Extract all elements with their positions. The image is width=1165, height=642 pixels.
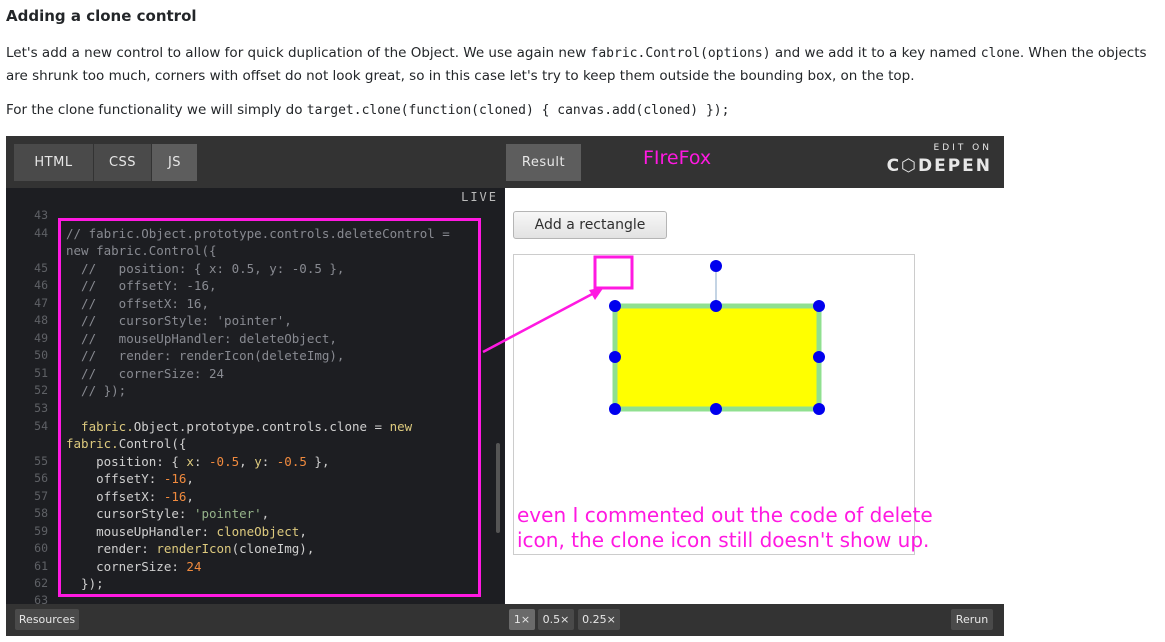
edge-handle-right[interactable] xyxy=(813,351,825,363)
line-number: 43 xyxy=(34,208,48,222)
embed-bottombar: Resources 1× 0.5× 0.25× Rerun xyxy=(6,604,1004,636)
embed-topbar: HTML CSS JS Result FIreFox EDIT ON C⬡DEP… xyxy=(6,136,1004,188)
line-number: 56 xyxy=(34,471,48,485)
rerun-button[interactable]: Rerun xyxy=(951,609,993,630)
codepen-logo: C⬡DEPEN xyxy=(886,156,992,176)
line-number: 46 xyxy=(34,278,48,292)
edge-handle-top[interactable] xyxy=(710,300,722,312)
section-heading: Adding a clone control xyxy=(6,7,197,25)
inline-code: target.clone(function(cloned) { canvas.a… xyxy=(306,103,730,118)
line-number: 45 xyxy=(34,261,48,275)
line-number: 49 xyxy=(34,331,48,345)
corner-handle-br[interactable] xyxy=(813,403,825,415)
tab-js[interactable]: JS xyxy=(152,144,197,181)
corner-handle-tl[interactable] xyxy=(609,300,621,312)
annotation-highlight-box xyxy=(58,218,481,597)
inline-code: fabric.Control(options) xyxy=(590,46,771,61)
resources-button[interactable]: Resources xyxy=(15,609,79,630)
line-number: 59 xyxy=(34,524,48,538)
zoom-half-button[interactable]: 0.5× xyxy=(538,609,574,630)
zoom-quarter-button[interactable]: 0.25× xyxy=(578,609,620,630)
line-number: 57 xyxy=(34,489,48,503)
line-number: 50 xyxy=(34,348,48,362)
paragraph-clone: For the clone functionality we will simp… xyxy=(6,99,1161,122)
paragraph-intro: Let's add a new control to allow for qui… xyxy=(6,42,1161,87)
line-number: 63 xyxy=(34,593,48,604)
rotate-handle[interactable] xyxy=(710,260,722,272)
line-number: 58 xyxy=(34,506,48,520)
text: and we add it to a key named xyxy=(770,45,981,61)
zoom-1x-button[interactable]: 1× xyxy=(509,609,535,630)
line-number: 55 xyxy=(34,454,48,468)
tab-result[interactable]: Result xyxy=(506,144,581,181)
inline-code: clone xyxy=(980,46,1020,61)
edge-handle-bottom[interactable] xyxy=(710,403,722,415)
corner-handle-tr[interactable] xyxy=(813,300,825,312)
text: For the clone functionality we will simp… xyxy=(6,102,307,118)
line-number: 61 xyxy=(34,559,48,573)
text: Let's add a new control to allow for qui… xyxy=(6,45,591,61)
line-number: 60 xyxy=(34,541,48,555)
corner-handle-bl[interactable] xyxy=(609,403,621,415)
line-number: 48 xyxy=(34,313,48,327)
browser-label: FIreFox xyxy=(643,147,712,169)
line-number: 53 xyxy=(34,401,48,415)
live-indicator: LIVE xyxy=(461,190,498,204)
line-number: 44 xyxy=(34,226,48,240)
yellow-rectangle[interactable] xyxy=(612,303,822,412)
edit-on-label: EDIT ON xyxy=(933,143,992,153)
line-number: 47 xyxy=(34,296,48,310)
line-number: 62 xyxy=(34,576,48,590)
line-number: 52 xyxy=(34,383,48,397)
tab-html[interactable]: HTML xyxy=(14,144,93,181)
edit-on-codepen-link[interactable]: EDIT ON C⬡DEPEN xyxy=(887,143,992,176)
line-number: 51 xyxy=(34,366,48,380)
line-number: 54 xyxy=(34,419,48,433)
missing-clone-icon-marker xyxy=(593,255,634,290)
js-code-editor[interactable]: LIVE 43 44 // fabric.Object.prototype.co… xyxy=(6,188,504,604)
add-rectangle-button[interactable]: Add a rectangle xyxy=(513,211,667,239)
annotation-note: even I commented out the code of delete … xyxy=(517,503,933,552)
codepen-embed: HTML CSS JS Result FIreFox EDIT ON C⬡DEP… xyxy=(6,136,1004,636)
edge-handle-left[interactable] xyxy=(609,351,621,363)
tab-css[interactable]: CSS xyxy=(94,144,151,181)
editor-scrollbar[interactable] xyxy=(496,443,500,533)
